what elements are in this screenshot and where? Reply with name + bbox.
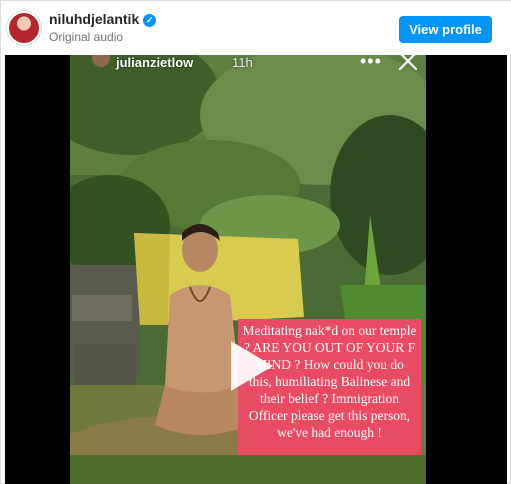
- more-options-icon: •••: [360, 55, 382, 71]
- verified-badge-icon: ✓: [143, 14, 157, 27]
- username-text[interactable]: niluhdjelantik: [49, 11, 139, 27]
- audio-label[interactable]: Original audio: [49, 30, 123, 44]
- play-icon[interactable]: [217, 335, 279, 397]
- story-username: julianzietlow: [116, 55, 194, 70]
- instagram-embed: niluhdjelantik ✓ Original audio View prof…: [0, 0, 511, 484]
- avatar[interactable]: [7, 11, 41, 45]
- close-icon: [398, 55, 418, 71]
- video-frame: julianzietlow 11h ••• Meditating nak*d o…: [70, 55, 426, 484]
- username[interactable]: niluhdjelantik ✓: [49, 11, 157, 27]
- post-header: niluhdjelantik ✓ Original audio View prof…: [1, 1, 511, 55]
- story-time: 11h: [232, 55, 253, 70]
- video-player[interactable]: julianzietlow 11h ••• Meditating nak*d o…: [5, 55, 507, 484]
- view-profile-button[interactable]: View profile: [399, 16, 492, 43]
